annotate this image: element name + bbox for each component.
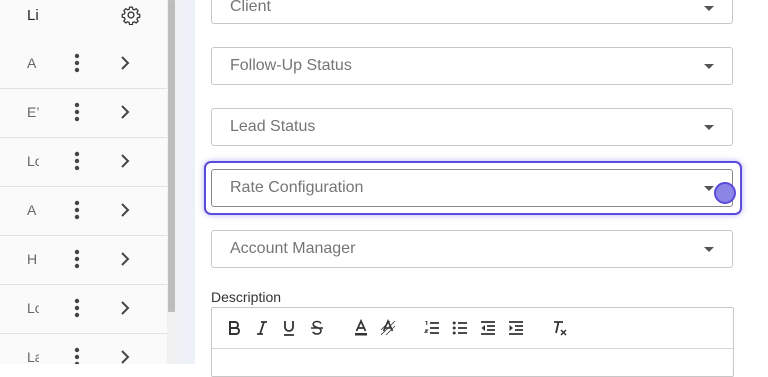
list-item-label: A — [27, 202, 37, 218]
panel-gutter — [177, 0, 195, 364]
lead-status-placeholder: Lead Status — [230, 118, 316, 135]
lead-status-select[interactable]: Lead Status — [211, 108, 733, 146]
chevron-right-icon[interactable] — [116, 200, 134, 220]
more-vert-icon[interactable] — [67, 150, 87, 172]
outdent-icon[interactable] — [480, 319, 496, 337]
more-vert-icon[interactable] — [67, 101, 87, 123]
italic-icon[interactable] — [254, 319, 270, 337]
list-item[interactable]: Lo — [0, 285, 167, 334]
list-item[interactable]: E’ — [0, 89, 167, 138]
chevron-down-icon — [704, 247, 714, 252]
rate-configuration-placeholder: Rate Configuration — [230, 179, 364, 196]
chevron-right-icon[interactable] — [116, 347, 134, 364]
record-list-panel: Li A E’ Lo A H Lo La — [0, 0, 167, 364]
list-scrollbar-thumb[interactable] — [168, 0, 175, 312]
description-editor[interactable] — [211, 307, 734, 377]
chevron-right-icon[interactable] — [116, 151, 134, 171]
chevron-right-icon[interactable] — [116, 53, 134, 73]
list-header-title: Li — [27, 7, 39, 24]
strikethrough-icon[interactable] — [309, 319, 325, 337]
chevron-right-icon[interactable] — [116, 298, 134, 318]
list-header: Li — [0, 0, 167, 41]
list-item-label: Lo — [27, 300, 39, 316]
client-select[interactable]: Client — [211, 0, 733, 24]
list-item-label: Lo — [27, 153, 39, 169]
highlight-icon[interactable] — [380, 319, 396, 337]
list-item-label: H — [27, 251, 38, 267]
chevron-down-icon — [704, 125, 714, 130]
pointer-cursor — [714, 182, 736, 204]
chevron-down-icon — [704, 6, 714, 11]
chevron-down-icon — [704, 186, 714, 191]
account-manager-placeholder: Account Manager — [230, 240, 356, 257]
list-item-label: A — [27, 55, 37, 71]
chevron-right-icon[interactable] — [116, 249, 134, 269]
list-item-label: E’ — [27, 104, 39, 120]
follow-up-status-placeholder: Follow-Up Status — [230, 57, 352, 74]
follow-up-status-select[interactable]: Follow-Up Status — [211, 47, 733, 85]
bold-icon[interactable] — [226, 319, 242, 337]
more-vert-icon[interactable] — [67, 52, 87, 74]
list-item[interactable]: Lo — [0, 138, 167, 187]
description-label: Description — [211, 289, 282, 305]
list-item[interactable]: A — [0, 40, 167, 89]
account-manager-select[interactable]: Account Manager — [211, 230, 733, 268]
bullet-list-icon[interactable] — [452, 319, 468, 337]
client-select-value: Client — [230, 0, 271, 15]
list-item[interactable]: H — [0, 236, 167, 285]
toolbar-divider — [212, 348, 733, 349]
clear-format-icon[interactable] — [552, 319, 568, 337]
chevron-down-icon — [704, 64, 714, 69]
list-item-label: La — [27, 349, 39, 364]
more-vert-icon[interactable] — [67, 346, 87, 364]
more-vert-icon[interactable] — [67, 248, 87, 270]
chevron-right-icon[interactable] — [116, 102, 134, 122]
underline-icon[interactable] — [281, 319, 297, 337]
indent-icon[interactable] — [508, 319, 524, 337]
more-vert-icon[interactable] — [67, 199, 87, 221]
ordered-list-icon[interactable] — [424, 319, 440, 337]
rate-configuration-select[interactable]: Rate Configuration — [211, 169, 733, 207]
text-color-icon[interactable] — [353, 319, 369, 337]
list-item[interactable]: La — [0, 334, 167, 364]
gear-icon[interactable] — [121, 5, 141, 26]
more-vert-icon[interactable] — [67, 297, 87, 319]
list-item[interactable]: A — [0, 187, 167, 236]
